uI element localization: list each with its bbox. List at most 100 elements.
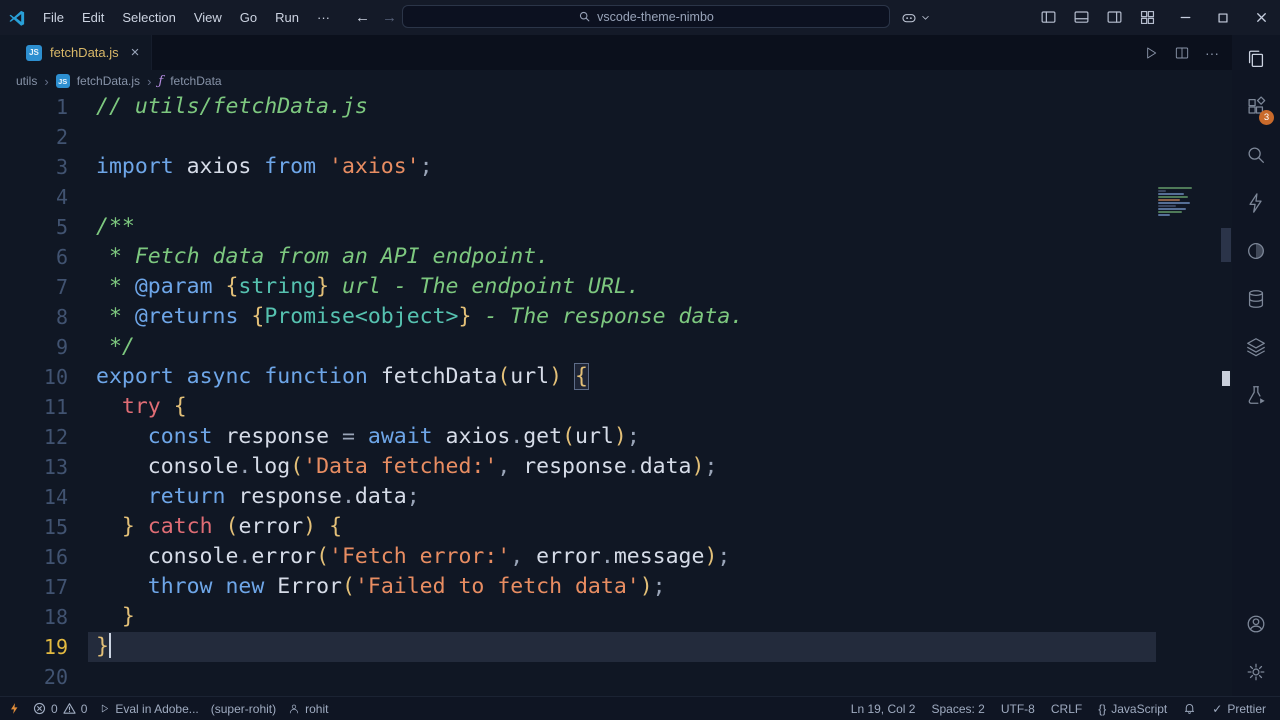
- language-label: JavaScript: [1111, 701, 1168, 716]
- line-number: 2: [55, 125, 68, 149]
- menu-view[interactable]: View: [185, 7, 231, 28]
- code-line[interactable]: 8 * @returns {Promise<object>} - The res…: [0, 302, 1232, 332]
- status-right: Ln 19, Col 2 Spaces: 2 UTF-8 CRLF {} Jav…: [851, 702, 1280, 716]
- line-number: 4: [55, 185, 68, 209]
- database-icon[interactable]: [1232, 275, 1280, 323]
- search-icon: [580, 11, 590, 22]
- branch-label: rohit: [305, 701, 329, 716]
- indentation[interactable]: Spaces: 2: [931, 702, 984, 716]
- code-line[interactable]: 14 return response.data;: [0, 482, 1232, 512]
- encoding[interactable]: UTF-8: [1001, 702, 1035, 716]
- line-number: 10: [43, 365, 68, 389]
- command-center-search[interactable]: vscode-theme-nimbo: [402, 5, 890, 28]
- copilot-icon: [902, 13, 916, 22]
- notifications-bell[interactable]: [1183, 702, 1196, 715]
- settings-gear-icon[interactable]: [1232, 648, 1280, 696]
- layers-icon[interactable]: [1232, 323, 1280, 371]
- code-line[interactable]: 1// utils/fetchData.js: [0, 92, 1232, 122]
- forward-arrow-icon[interactable]: →: [382, 9, 397, 26]
- code-line[interactable]: 2: [0, 122, 1232, 152]
- breadcrumb-file[interactable]: fetchData.js: [77, 74, 140, 88]
- code-lines: 1// utils/fetchData.js 2 3 import axios fro…: [0, 92, 1232, 692]
- tab-bar: JS fetchData.js × ···: [0, 35, 1232, 70]
- circle-half-icon[interactable]: [1232, 227, 1280, 275]
- close-window-button[interactable]: [1242, 0, 1280, 35]
- menu-run[interactable]: Run: [266, 7, 308, 28]
- overview-ruler-cursor: [1222, 371, 1230, 386]
- editor-scrollbar[interactable]: [1221, 228, 1231, 262]
- branch-status[interactable]: rohit: [288, 702, 328, 716]
- code-line[interactable]: 18 }: [0, 602, 1232, 632]
- code-line[interactable]: 13 console.log('Data fetched:', response…: [0, 452, 1232, 482]
- problems-indicator[interactable]: 0 0: [33, 702, 87, 716]
- more-actions-icon[interactable]: ···: [1205, 45, 1219, 61]
- code-line[interactable]: 5/**: [0, 212, 1232, 242]
- line-number: 5: [55, 215, 68, 239]
- code-line[interactable]: 4: [0, 182, 1232, 212]
- line-number: 18: [43, 605, 68, 629]
- copilot-menu[interactable]: [900, 0, 930, 35]
- formatter-label: Prettier: [1227, 701, 1266, 716]
- line-number: 3: [55, 155, 68, 179]
- python-env[interactable]: (super-rohit): [211, 702, 276, 716]
- tab-close-icon[interactable]: ×: [131, 44, 140, 61]
- menu-go[interactable]: Go: [231, 7, 266, 28]
- search-icon[interactable]: [1232, 131, 1280, 179]
- code-line[interactable]: 20: [0, 662, 1232, 692]
- maximize-button[interactable]: [1204, 0, 1242, 35]
- code-line[interactable]: 10 export async function fetchData(url) {: [0, 362, 1232, 392]
- editor-actions: ···: [1143, 45, 1232, 61]
- tab-fetchdata[interactable]: JS fetchData.js ×: [0, 35, 153, 70]
- code-line[interactable]: 17 throw new Error('Failed to fetch data…: [0, 572, 1232, 602]
- task-status[interactable]: Eval in Adobe...: [99, 702, 199, 716]
- code-line[interactable]: 9 */: [0, 332, 1232, 362]
- bell-icon: [1185, 704, 1195, 714]
- code-line[interactable]: 6 * Fetch data from an API endpoint.: [0, 242, 1232, 272]
- minimap[interactable]: [1158, 187, 1198, 221]
- code-line[interactable]: 3 import axios from 'axios';: [0, 152, 1232, 182]
- toggle-sidebar-icon[interactable]: [1040, 9, 1057, 26]
- toggle-secondary-sidebar-icon[interactable]: [1106, 9, 1123, 26]
- menu-overflow[interactable]: ···: [308, 7, 339, 28]
- breadcrumb-folder[interactable]: utils: [16, 74, 37, 88]
- menu-bar: File Edit Selection View Go Run ···: [34, 7, 339, 28]
- search-text: vscode-theme-nimbo: [597, 9, 714, 24]
- run-file-icon[interactable]: [1143, 45, 1159, 61]
- language-mode[interactable]: {} JavaScript: [1098, 702, 1167, 716]
- code-line[interactable]: 12 const response = await axios.get(url)…: [0, 422, 1232, 452]
- breadcrumb-separator: ›: [44, 73, 49, 89]
- code-line[interactable]: 11 try {: [0, 392, 1232, 422]
- account-icon[interactable]: [1232, 600, 1280, 648]
- code-line[interactable]: 7 * @param {string} url - The endpoint U…: [0, 272, 1232, 302]
- eol-sequence[interactable]: CRLF: [1051, 702, 1082, 716]
- line-number: 13: [43, 455, 68, 479]
- menu-selection[interactable]: Selection: [113, 7, 184, 28]
- split-editor-icon[interactable]: [1174, 45, 1190, 61]
- remote-indicator[interactable]: [8, 702, 21, 715]
- line-number: 6: [55, 245, 68, 269]
- testing-beaker-icon[interactable]: [1232, 371, 1280, 419]
- menu-edit[interactable]: Edit: [73, 7, 113, 28]
- back-arrow-icon[interactable]: ←: [355, 9, 370, 26]
- menu-file[interactable]: File: [34, 7, 73, 28]
- formatter-status[interactable]: ✓ Prettier: [1212, 702, 1266, 716]
- line-number: 8: [55, 305, 68, 329]
- code-line[interactable]: 15 } catch (error) {: [0, 512, 1232, 542]
- extensions-icon[interactable]: 3: [1232, 83, 1280, 131]
- warning-count: 0: [80, 701, 88, 716]
- line-number: 19: [43, 635, 68, 659]
- error-icon: [33, 702, 46, 715]
- customize-layout-icon[interactable]: [1139, 9, 1156, 26]
- code-line[interactable]: 16 console.error('Fetch error:', error.m…: [0, 542, 1232, 572]
- explorer-icon[interactable]: [1232, 35, 1280, 83]
- braces-icon: {}: [1098, 701, 1107, 716]
- minimize-button[interactable]: [1166, 0, 1204, 35]
- code-editor[interactable]: 1// utils/fetchData.js 2 3 import axios fro…: [0, 92, 1232, 696]
- toggle-panel-icon[interactable]: [1073, 9, 1090, 26]
- cursor-position[interactable]: Ln 19, Col 2: [851, 702, 916, 716]
- line-number: 7: [55, 275, 68, 299]
- line-number: 12: [43, 425, 68, 449]
- breadcrumb-symbol[interactable]: fetchData: [170, 74, 221, 88]
- code-line[interactable]: 19}: [0, 632, 1232, 662]
- lightning-icon[interactable]: [1232, 179, 1280, 227]
